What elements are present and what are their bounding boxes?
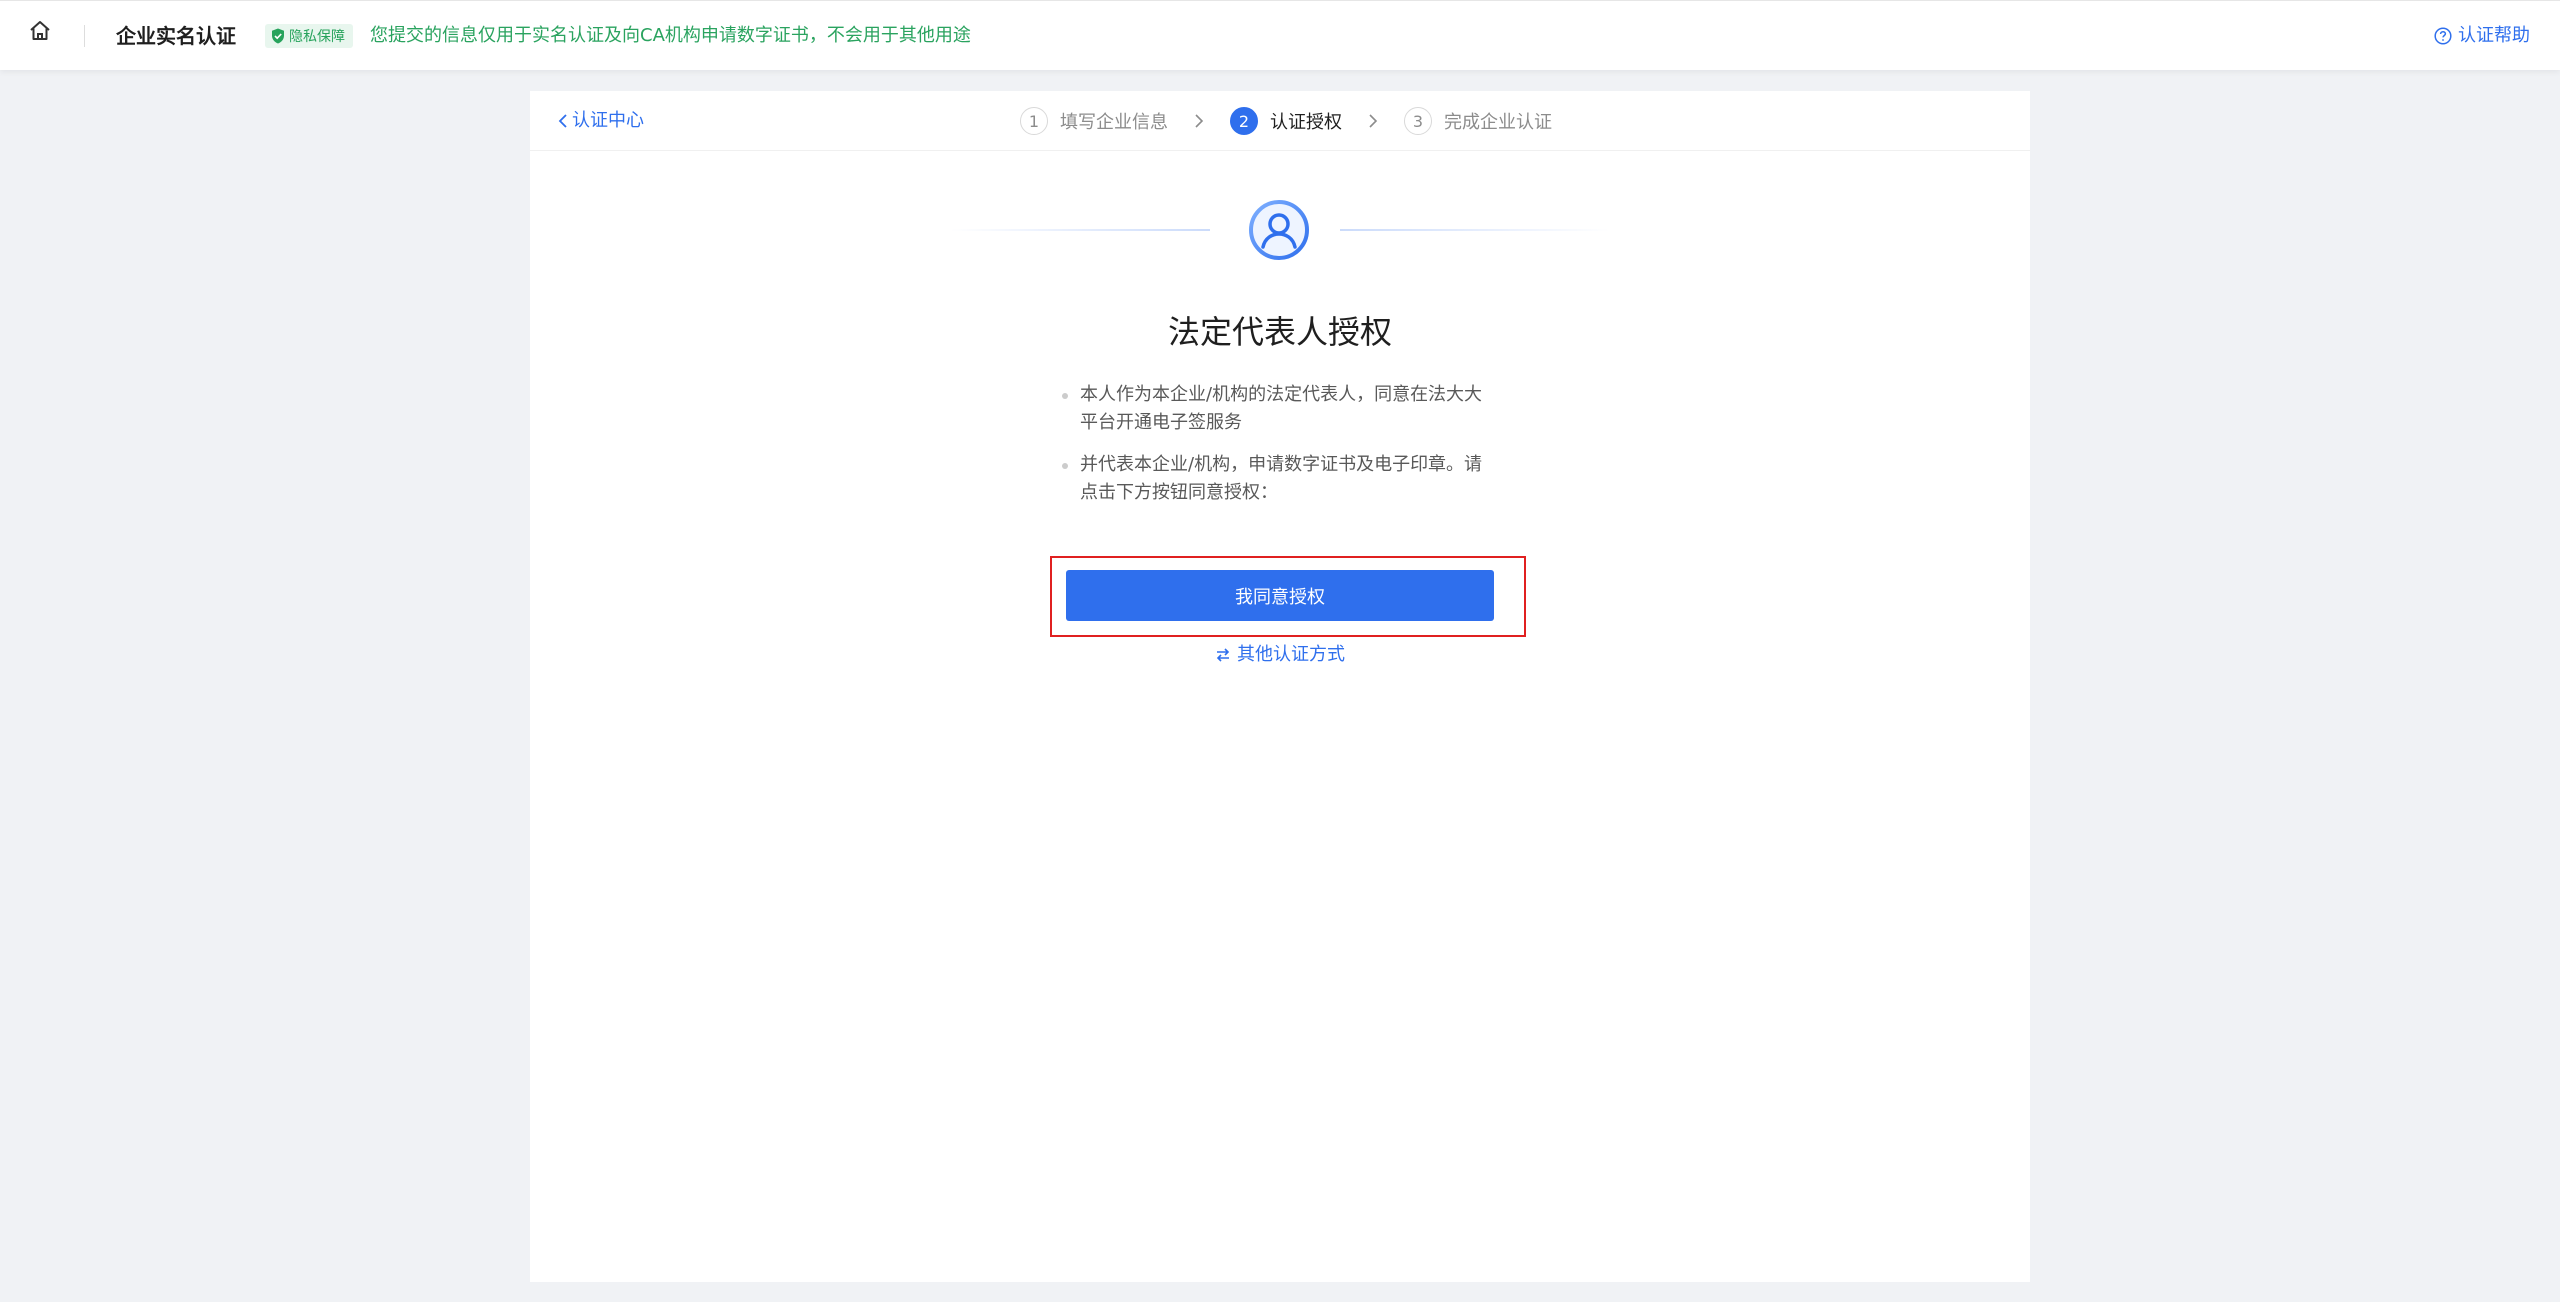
privacy-badge-label: 隐私保障 bbox=[289, 29, 345, 45]
shield-check-icon bbox=[272, 28, 284, 44]
user-circle-icon bbox=[1249, 200, 1309, 260]
authorization-terms: 本人作为本企业/机构的法定代表人，同意在法大大平台开通电子签服务 并代表本企业/… bbox=[1062, 381, 1492, 521]
auth-card: 认证中心 1 填写企业信息 2 认证授权 3 完成企业认证 法定代表人授权 本人… bbox=[530, 91, 2030, 1282]
step-label: 完成企业认证 bbox=[1444, 112, 1552, 133]
progress-steps: 1 填写企业信息 2 认证授权 3 完成企业认证 bbox=[1020, 105, 1552, 137]
step-number: 2 bbox=[1230, 107, 1258, 135]
decorative-line-right bbox=[1340, 229, 1610, 231]
authorization-title: 法定代表人授权 bbox=[1167, 313, 1392, 351]
privacy-badge: 隐私保障 bbox=[265, 24, 353, 48]
chevron-right-icon bbox=[1195, 114, 1204, 128]
question-circle-icon bbox=[2434, 27, 2452, 45]
help-link-label: 认证帮助 bbox=[2458, 25, 2530, 46]
step-number: 3 bbox=[1404, 107, 1432, 135]
other-methods-row: 其他认证方式 bbox=[530, 640, 2030, 673]
back-to-center-link[interactable]: 认证中心 bbox=[558, 107, 644, 135]
other-methods-link[interactable]: 其他认证方式 bbox=[1215, 640, 1345, 670]
step-label: 填写企业信息 bbox=[1060, 112, 1168, 133]
step-fill-info: 1 填写企业信息 bbox=[1020, 107, 1168, 135]
privacy-notice: 您提交的信息仅用于实名认证及向CA机构申请数字证书，不会用于其他用途 bbox=[370, 25, 971, 46]
swap-arrows-icon bbox=[1216, 648, 1230, 662]
chevron-left-icon bbox=[558, 114, 567, 128]
top-header: 企业实名认证 隐私保障 您提交的信息仅用于实名认证及向CA机构申请数字证书，不会… bbox=[0, 0, 2560, 70]
other-methods-label: 其他认证方式 bbox=[1237, 644, 1345, 665]
step-label: 认证授权 bbox=[1270, 112, 1342, 133]
card-header: 认证中心 1 填写企业信息 2 认证授权 3 完成企业认证 bbox=[530, 91, 2030, 151]
step-complete: 3 完成企业认证 bbox=[1404, 107, 1552, 135]
agree-authorize-button[interactable]: 我同意授权 bbox=[1066, 570, 1494, 621]
step-separator bbox=[1368, 113, 1378, 129]
chevron-right-icon bbox=[1369, 114, 1378, 128]
help-link[interactable]: 认证帮助 bbox=[2434, 21, 2530, 51]
decorative-line-left bbox=[950, 229, 1210, 231]
step-authorize: 2 认证授权 bbox=[1230, 107, 1342, 135]
back-link-label: 认证中心 bbox=[572, 110, 644, 131]
step-number: 1 bbox=[1020, 107, 1048, 135]
list-item: 并代表本企业/机构，申请数字证书及电子印章。请点击下方按钮同意授权： bbox=[1062, 451, 1492, 507]
home-button[interactable] bbox=[28, 19, 56, 47]
page-title: 企业实名认证 bbox=[116, 24, 236, 48]
header-divider bbox=[84, 25, 85, 47]
list-item: 本人作为本企业/机构的法定代表人，同意在法大大平台开通电子签服务 bbox=[1062, 381, 1492, 437]
home-icon bbox=[30, 21, 50, 40]
step-separator bbox=[1194, 113, 1204, 129]
